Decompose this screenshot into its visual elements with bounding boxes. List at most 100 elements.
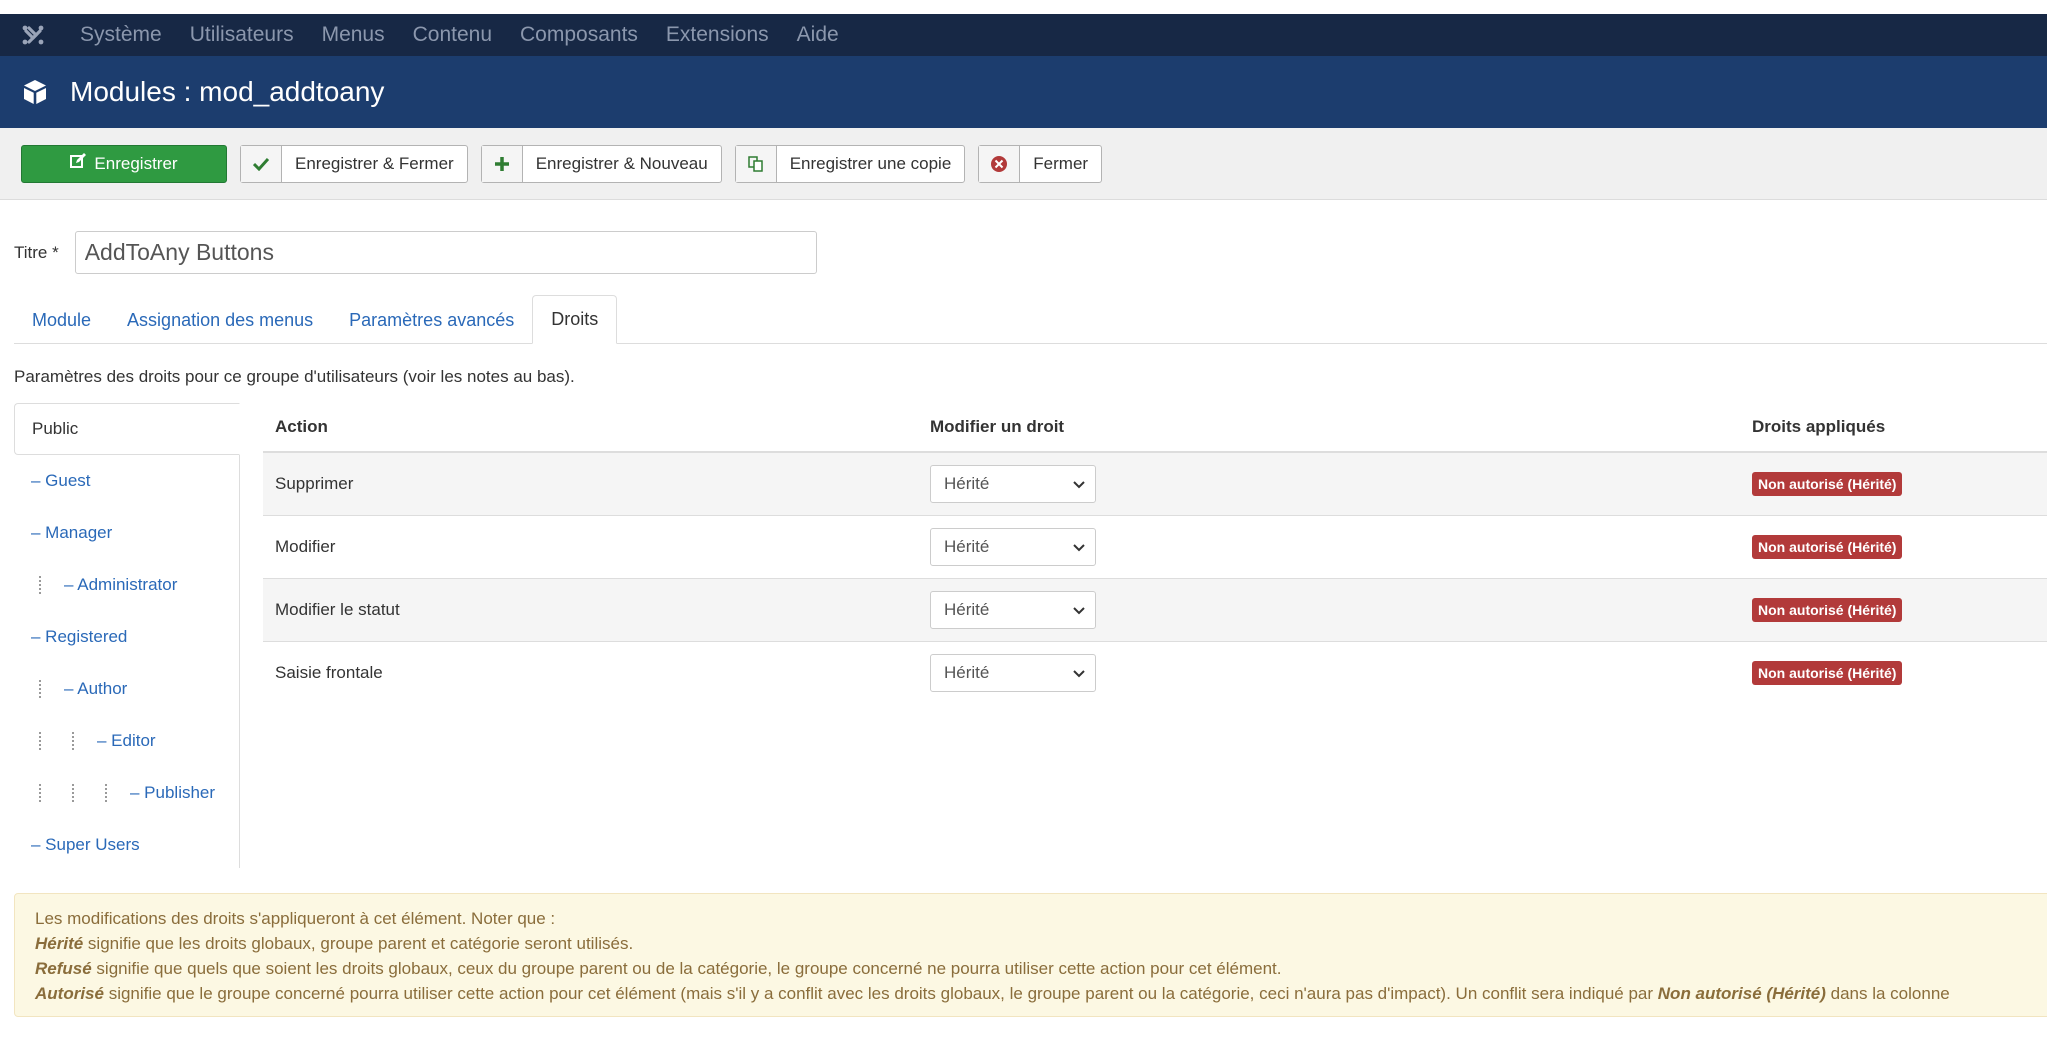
column-header-setting: Modifier un droit (918, 403, 1740, 453)
chevron-down-icon (1073, 537, 1085, 557)
table-row: Saisie frontale Hérité Non autorisé (Hér… (263, 641, 2047, 704)
permission-select[interactable]: Hérité (930, 528, 1096, 566)
group-super-users[interactable]: – Super Users (14, 819, 239, 871)
note-term: Non autorisé (Hérité) (1657, 984, 1826, 1003)
group-label: Public (32, 419, 79, 438)
save-close-label: Enregistrer & Fermer (295, 153, 454, 173)
action-name: Supprimer (263, 451, 918, 516)
nav-item-menus[interactable]: Menus (308, 14, 399, 56)
group-manager[interactable]: – Manager (14, 507, 239, 559)
title-row: Titre * (14, 231, 817, 274)
tree-guide (72, 732, 76, 750)
group-label: – Author (64, 679, 128, 698)
action-name: Saisie frontale (263, 641, 918, 704)
permission-select[interactable]: Hérité (930, 465, 1096, 503)
group-publisher[interactable]: – Publisher (14, 767, 239, 819)
group-label: – Guest (31, 471, 91, 490)
toolbar: Enregistrer Enregistrer & Fermer Enregis… (0, 128, 2047, 200)
chevron-down-icon (1073, 474, 1085, 494)
nav-item-extensions[interactable]: Extensions (652, 14, 783, 56)
note-text: signifie que quels que soient les droits… (91, 959, 1282, 978)
note-line-denied: Refusé signifie que quels que soient les… (35, 956, 2047, 981)
page-header: Modules : mod_addtoany (0, 56, 2047, 128)
group-label: – Super Users (31, 835, 140, 854)
group-editor[interactable]: – Editor (14, 715, 239, 767)
top-spacer (0, 0, 2047, 14)
save-new-button[interactable]: Enregistrer & Nouveau (480, 144, 722, 183)
nav-item-aide[interactable]: Aide (783, 14, 853, 56)
group-administrator[interactable]: – Administrator (14, 559, 239, 611)
note-term: Autorisé (35, 984, 104, 1003)
tree-guide (39, 732, 43, 750)
permission-select[interactable]: Hérité (930, 654, 1096, 692)
save-button[interactable]: Enregistrer (21, 144, 227, 183)
status-badge: Non autorisé (Hérité) (1752, 661, 1903, 685)
permissions-notes: Les modifications des droits s'appliquer… (14, 893, 2047, 1017)
note-line-inherited: Hérité signifie que les droits globaux, … (35, 931, 2047, 956)
group-registered[interactable]: – Registered (14, 611, 239, 663)
nav-item-utilisateurs[interactable]: Utilisateurs (176, 14, 308, 56)
select-value: Hérité (944, 474, 990, 493)
table-header-row: Action Modifier un droit Droits appliqué… (263, 403, 2047, 453)
title-input[interactable] (74, 231, 817, 274)
applied-cell: Non autorisé (Hérité) (1740, 578, 2047, 642)
chevron-down-icon (1073, 600, 1085, 620)
nav-item-contenu[interactable]: Contenu (399, 14, 506, 56)
table-row: Modifier Hérité Non autorisé (Hérité) (263, 515, 2047, 579)
note-line-intro: Les modifications des droits s'appliquer… (35, 909, 556, 928)
permissions-table: Action Modifier un droit Droits appliqué… (263, 403, 2047, 704)
status-badge: Non autorisé (Hérité) (1752, 472, 1903, 496)
nav-item-systeme[interactable]: Système (66, 14, 176, 56)
tree-guide (39, 680, 43, 698)
save-close-button[interactable]: Enregistrer & Fermer (240, 144, 468, 183)
tab-module[interactable]: Module (14, 297, 109, 343)
note-term: Refusé (35, 959, 92, 978)
setting-cell: Hérité (918, 641, 1740, 704)
tab-bar: Module Assignation des menus Paramètres … (14, 295, 2047, 344)
note-line-allowed: Autorisé signifie que le groupe concerné… (35, 981, 2047, 1006)
note-text: signifie que les droits globaux, groupe … (83, 934, 634, 953)
column-header-applied: Droits appliqués (1740, 403, 2047, 453)
table-row: Modifier le statut Hérité Non autorisé (… (263, 578, 2047, 642)
close-circle-icon (979, 145, 1021, 182)
group-public[interactable]: Public (14, 403, 240, 455)
group-label: – Manager (31, 523, 113, 542)
column-header-action: Action (263, 403, 918, 453)
page-title: Modules : mod_addtoany (70, 76, 385, 107)
permission-select[interactable]: Hérité (930, 591, 1096, 629)
tab-permissions[interactable]: Droits (532, 295, 618, 344)
group-label: – Publisher (130, 783, 216, 802)
nav-item-composants[interactable]: Composants (506, 14, 652, 56)
save-copy-button[interactable]: Enregistrer une copie (734, 144, 966, 183)
action-name: Modifier le statut (263, 578, 918, 642)
save-copy-label: Enregistrer une copie (789, 153, 952, 173)
tree-guide (105, 784, 109, 802)
top-navbar: Système Utilisateurs Menus Contenu Compo… (0, 14, 2047, 56)
tab-menu-assignment[interactable]: Assignation des menus (109, 297, 331, 343)
select-value: Hérité (944, 537, 990, 556)
group-guest[interactable]: – Guest (14, 455, 239, 507)
group-label: – Administrator (64, 575, 178, 594)
title-label: Titre * (14, 242, 59, 262)
applied-cell: Non autorisé (Hérité) (1740, 515, 2047, 579)
close-button[interactable]: Fermer (978, 144, 1103, 183)
save-new-label: Enregistrer & Nouveau (535, 153, 708, 173)
tree-guide (39, 576, 43, 594)
group-author[interactable]: – Author (14, 663, 239, 715)
note-text: signifie que le groupe concerné pourra u… (103, 984, 1658, 1003)
cube-icon (0, 78, 70, 106)
status-badge: Non autorisé (Hérité) (1752, 535, 1903, 559)
close-label: Fermer (1033, 153, 1089, 173)
save-button-label: Enregistrer (94, 153, 178, 173)
action-name: Modifier (263, 515, 918, 579)
group-label: – Editor (97, 731, 156, 750)
tab-advanced[interactable]: Paramètres avancés (331, 297, 532, 343)
setting-cell: Hérité (918, 515, 1740, 579)
applied-cell: Non autorisé (Hérité) (1740, 641, 2047, 704)
copy-icon (735, 145, 777, 182)
joomla-logo-icon[interactable] (0, 14, 66, 56)
check-icon (241, 145, 282, 182)
note-term: Hérité (35, 934, 84, 953)
select-value: Hérité (944, 600, 990, 619)
permissions-intro: Paramètres des droits pour ce groupe d'u… (14, 367, 575, 386)
